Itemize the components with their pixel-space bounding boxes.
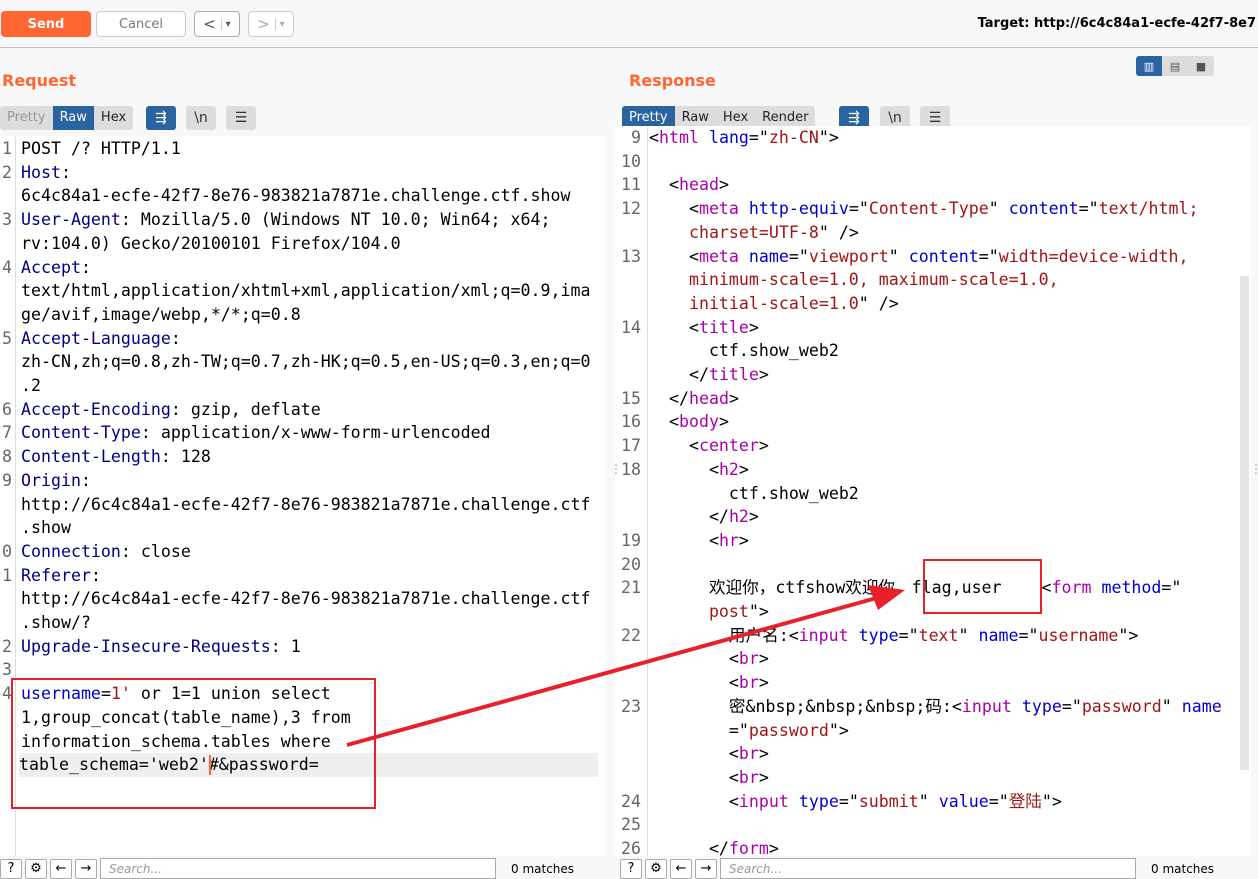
result-highlight-box: [923, 559, 1042, 614]
annotation-overlay: [11, 559, 1042, 809]
annotation-arrow: [346, 595, 881, 747]
payload-highlight-box: [11, 678, 376, 809]
arrow-head-icon: [868, 585, 905, 610]
